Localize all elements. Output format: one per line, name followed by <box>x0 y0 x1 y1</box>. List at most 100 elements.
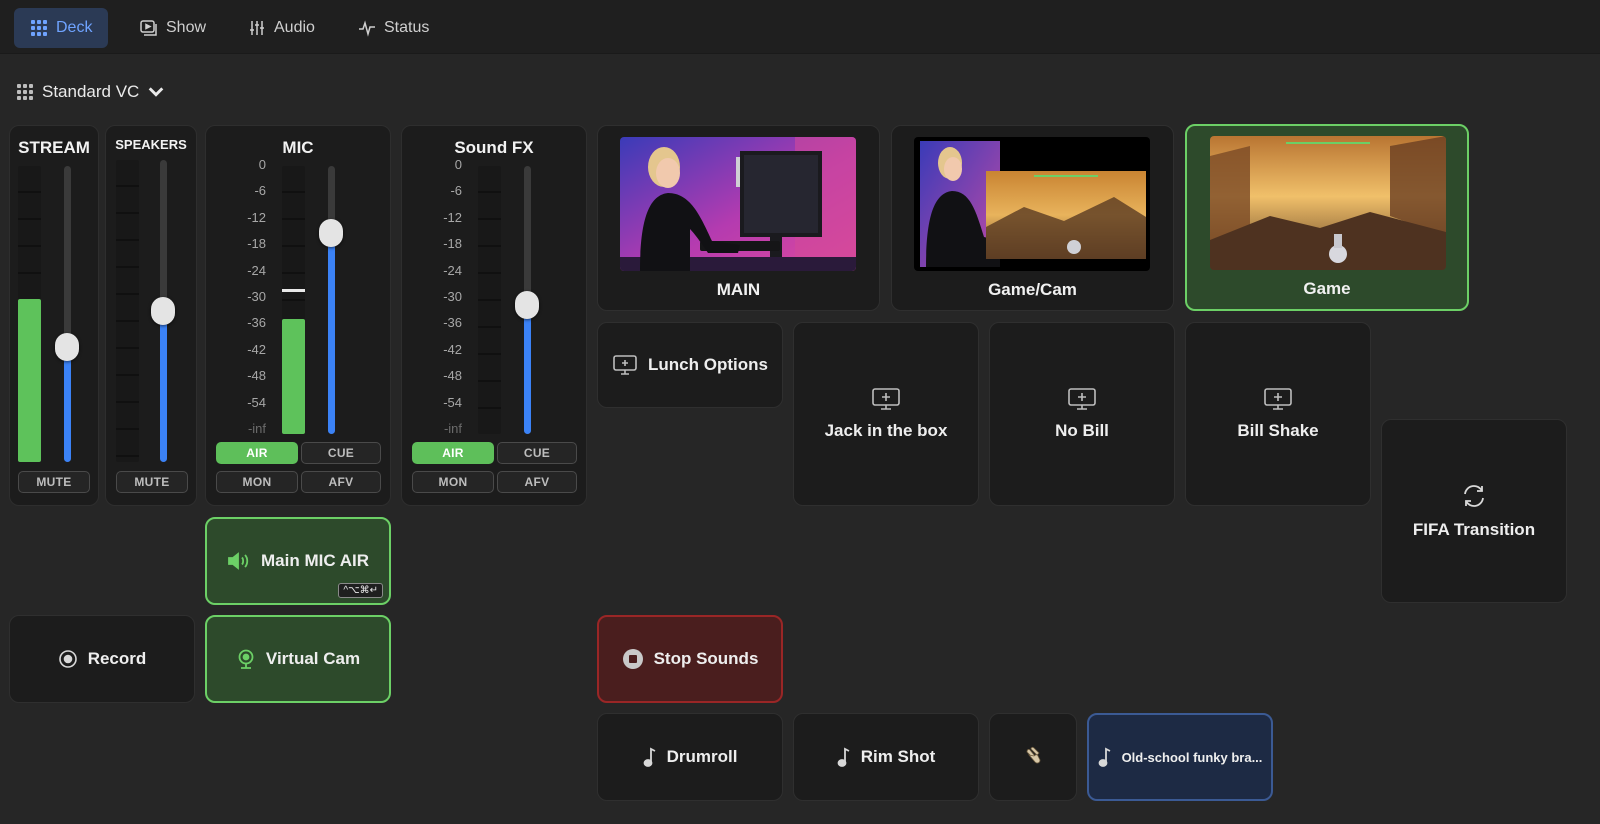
virtual-cam-button[interactable]: Virtual Cam <box>205 615 391 703</box>
grid-icon <box>31 20 47 36</box>
db-scale-label: -inf <box>247 421 266 436</box>
strip-speakers: SPEAKERS MUTE <box>105 125 197 506</box>
scene-game-thumbnail <box>1210 136 1446 270</box>
speakers-fader[interactable] <box>151 160 175 462</box>
soundfx-cue-button[interactable]: CUE <box>497 442 577 464</box>
mic-fader-knob[interactable] <box>319 219 343 247</box>
rim-shot-label: Rim Shot <box>860 747 936 766</box>
mic-afv-button[interactable]: AFV <box>301 471 381 493</box>
db-scale-label: -42 <box>247 342 266 357</box>
soundfx-fader[interactable] <box>515 166 539 434</box>
music-note-icon <box>1098 747 1110 767</box>
stream-mute-button[interactable]: MUTE <box>18 471 90 493</box>
mic-level-fill <box>282 318 305 434</box>
screen-plus-icon <box>613 355 637 375</box>
mic-cue-button[interactable]: CUE <box>301 442 381 464</box>
jack-in-the-box-button[interactable]: Jack in the box <box>793 322 979 506</box>
fifa-transition-button[interactable]: FIFA Transition <box>1381 419 1567 603</box>
bill-shake-button[interactable]: Bill Shake <box>1185 322 1371 506</box>
db-scale-label: -12 <box>443 210 462 225</box>
top-nav: Deck Show Audio Status <box>0 0 1600 54</box>
stream-fader[interactable] <box>55 166 79 462</box>
strip-speakers-title: SPEAKERS <box>115 137 187 152</box>
clapping-hands-button[interactable] <box>989 713 1077 801</box>
soundfx-air-button[interactable]: AIR <box>412 442 494 464</box>
stream-fader-fill <box>64 346 71 462</box>
speaker-icon <box>228 552 249 570</box>
db-scale-label: -54 <box>443 395 462 410</box>
mic-air-button[interactable]: AIR <box>216 442 298 464</box>
tab-status[interactable]: Status <box>342 8 445 48</box>
tab-show-label: Show <box>166 19 207 36</box>
soundfx-fader-knob[interactable] <box>515 291 539 319</box>
lunch-options-button[interactable]: Lunch Options <box>597 322 783 408</box>
pulse-icon <box>359 20 375 37</box>
strip-mic: MIC 0 -6 -12 -18 -24 -30 -36 -42 -48 -54 -inf AIR … <box>205 125 391 506</box>
preset-label: Standard VC <box>42 82 140 101</box>
soundfx-afv-button[interactable]: AFV <box>497 471 577 493</box>
strip-stream-title: STREAM <box>18 138 90 157</box>
mic-peak-indicator <box>282 288 305 292</box>
strip-soundfx-title: Sound FX <box>454 138 534 157</box>
tab-audio-label: Audio <box>274 19 315 36</box>
no-bill-label: No Bill <box>1055 421 1109 440</box>
tab-audio[interactable]: Audio <box>232 8 331 48</box>
mic-mon-button[interactable]: MON <box>216 471 298 493</box>
funky-sound-button[interactable]: Old-school funky bra... <box>1087 713 1273 801</box>
no-bill-button[interactable]: No Bill <box>989 322 1175 506</box>
tab-show[interactable]: Show <box>124 8 222 48</box>
soundfx-fader-fill <box>524 305 531 434</box>
db-scale-label: -30 <box>443 289 462 304</box>
record-button[interactable]: Record <box>9 615 195 703</box>
soundfx-level-meter <box>478 166 501 434</box>
soundfx-mon-button[interactable]: MON <box>412 471 494 493</box>
stop-sounds-label: Stop Sounds <box>653 649 759 668</box>
scene-main[interactable]: MAIN <box>597 125 880 311</box>
record-icon <box>58 650 77 668</box>
refresh-icon <box>1464 485 1484 507</box>
fifa-transition-label: FIFA Transition <box>1412 520 1536 539</box>
mic-fader-fill <box>328 233 335 434</box>
grid-icon <box>17 84 33 100</box>
main-mic-air-label: Main MIC AIR <box>261 551 369 570</box>
tab-status-label: Status <box>384 19 430 36</box>
drumroll-button[interactable]: Drumroll <box>597 713 783 801</box>
chevron-down-icon <box>149 87 164 97</box>
main-mic-shortcut-badge: ^⌥⌘↵ <box>338 583 383 598</box>
stop-sounds-button[interactable]: Stop Sounds <box>597 615 783 703</box>
speakers-fader-knob[interactable] <box>151 297 175 325</box>
music-note-icon <box>643 747 655 767</box>
db-scale-label: -36 <box>443 315 462 330</box>
screen-plus-icon <box>1068 388 1096 410</box>
stream-level-fill <box>18 299 41 462</box>
strip-mic-title: MIC <box>282 138 314 157</box>
stream-fader-knob[interactable] <box>55 333 79 361</box>
db-scale-label: -inf <box>443 421 462 436</box>
drumroll-label: Drumroll <box>666 747 738 766</box>
main-mic-air-button[interactable]: Main MIC AIR ^⌥⌘↵ <box>205 517 391 605</box>
speakers-mute-button[interactable]: MUTE <box>116 471 188 493</box>
db-scale-label: 0 <box>454 157 462 172</box>
bill-shake-label: Bill Shake <box>1237 421 1319 440</box>
mic-fader[interactable] <box>319 166 343 434</box>
scene-game-label: Game <box>1303 279 1351 298</box>
lunch-options-label: Lunch Options <box>648 355 768 374</box>
db-scale-label: -12 <box>247 210 266 225</box>
clapping-hands-icon <box>1026 746 1041 764</box>
db-scale-label: 0 <box>258 157 266 172</box>
webcam-icon <box>238 649 254 669</box>
db-scale-label: -48 <box>247 368 266 383</box>
preset-selector[interactable]: Standard VC <box>16 80 165 104</box>
rim-shot-button[interactable]: Rim Shot <box>793 713 979 801</box>
stream-level-meter <box>18 166 41 462</box>
mixer-icon <box>250 21 264 35</box>
virtual-cam-label: Virtual Cam <box>265 649 361 668</box>
tab-deck[interactable]: Deck <box>14 8 109 48</box>
screen-plus-icon <box>1264 388 1292 410</box>
db-scale-label: -18 <box>443 236 462 251</box>
play-icon <box>140 20 157 36</box>
strip-stream: STREAM MUTE <box>9 125 99 506</box>
scene-game-cam[interactable]: Game/Cam <box>891 125 1174 311</box>
scene-game[interactable]: Game <box>1185 124 1469 311</box>
mic-level-meter <box>282 166 305 434</box>
